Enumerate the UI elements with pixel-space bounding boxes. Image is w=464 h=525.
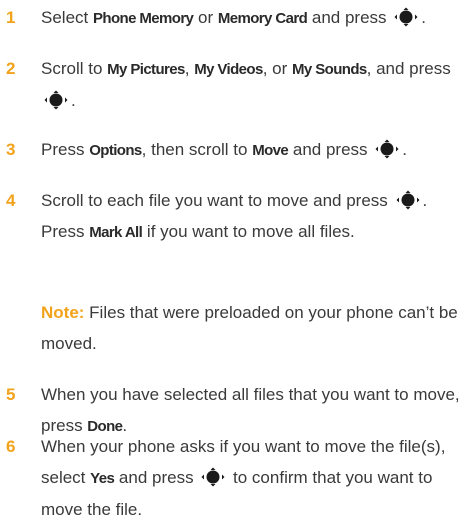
menu-term-phone-memory: Phone Memory — [92, 10, 194, 27]
step-4: 4 Scroll to each file you want to move a… — [0, 185, 464, 278]
menu-term-my-pictures: My Pictures — [107, 61, 185, 78]
menu-term-move: Move — [252, 142, 289, 159]
center-select-key-icon — [199, 467, 227, 487]
step-text-part: , then scroll to — [141, 140, 253, 159]
step-text-part: Select — [41, 8, 93, 27]
note-text: Files that were preloaded on your phone … — [41, 303, 458, 353]
step-number: 4 — [6, 191, 16, 210]
step-text-part: and press — [307, 8, 392, 27]
note: Note: Files that were preloaded on your … — [41, 297, 461, 359]
menu-term-memory-card: Memory Card — [217, 10, 308, 27]
step-text-part: and press — [114, 468, 199, 487]
step-number: 5 — [6, 385, 16, 404]
step-text: Select Phone Memory or Memory Card and p… — [41, 2, 461, 34]
step-number: 2 — [6, 59, 16, 78]
step-text-part: Scroll to each file you want to move and… — [41, 191, 393, 210]
step-text-part: if you want to move all files. — [142, 222, 355, 241]
step-text-part: , or — [262, 59, 293, 78]
step-text: When your phone asks if you want to move… — [41, 431, 461, 525]
step-text-part: , and press — [366, 59, 451, 78]
step-text: Scroll to each file you want to move and… — [41, 185, 461, 248]
step-text-part: Press — [41, 140, 90, 159]
step-number: 1 — [6, 8, 16, 27]
step-text-part: . — [421, 8, 426, 27]
step-text-part: , — [184, 59, 195, 78]
menu-term-yes: Yes — [90, 470, 115, 487]
step-6: 6 When your phone asks if you want to mo… — [0, 431, 464, 524]
center-select-key-icon — [394, 190, 422, 210]
step-2: 2 Scroll to My Pictures, My Videos, or M… — [0, 53, 464, 115]
note-label: Note: — [41, 303, 85, 322]
menu-term-my-videos: My Videos — [194, 61, 263, 78]
menu-term-mark-all: Mark All — [89, 224, 143, 241]
step-text-part: . — [402, 140, 408, 159]
center-select-key-icon — [392, 7, 420, 27]
center-select-key-icon — [42, 90, 70, 110]
step-text-part: Scroll to — [41, 59, 108, 78]
step-number: 3 — [6, 140, 16, 159]
menu-term-my-sounds: My Sounds — [292, 61, 367, 78]
step-text: Press Options, then scroll to Move and p… — [41, 134, 461, 166]
step-text-part: or — [193, 8, 218, 27]
step-text-part: . — [71, 91, 76, 110]
step-text: Scroll to My Pictures, My Videos, or My … — [41, 53, 461, 116]
step-1: 1 Select Phone Memory or Memory Card and… — [0, 2, 464, 33]
step-3: 3 Press Options, then scroll to Move and… — [0, 134, 464, 165]
step-text-part: and press — [288, 140, 373, 159]
center-select-key-icon — [373, 139, 401, 159]
step-number: 6 — [6, 437, 16, 456]
menu-term-options: Options — [89, 142, 142, 159]
